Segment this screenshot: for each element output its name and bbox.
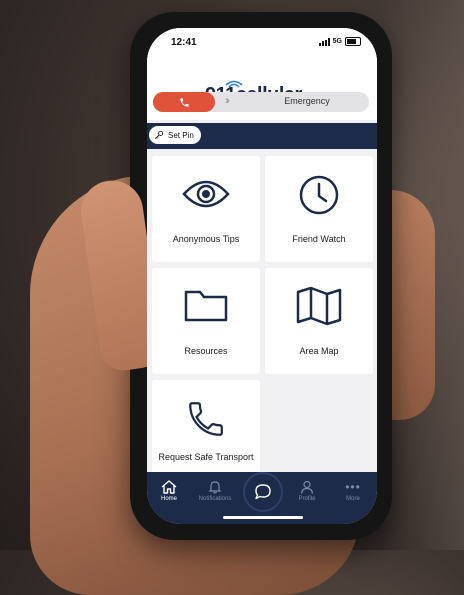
tab-label: Home (160, 496, 177, 502)
chat-button[interactable] (243, 472, 283, 512)
tile-label: Request Safe Transport (158, 452, 254, 462)
home-icon (161, 480, 177, 494)
home-indicator (223, 516, 303, 519)
emergency-slider[interactable]: ››› Emergency (153, 92, 369, 112)
double-chevron-right-icon: ››› (225, 95, 230, 107)
tile-resources[interactable]: Resources (152, 268, 260, 374)
clock-icon (299, 175, 339, 215)
key-icon (154, 130, 164, 140)
set-pin-button[interactable]: Set Pin (149, 126, 201, 144)
status-time: 12:41 (171, 37, 197, 48)
tab-label: More (346, 496, 360, 502)
network-label: 5G (332, 38, 342, 45)
emergency-call-button[interactable] (153, 92, 215, 112)
tile-anonymous-tips[interactable]: Anonymous Tips (152, 156, 260, 262)
set-pin-label: Set Pin (168, 130, 194, 140)
more-dots-icon: ••• (345, 480, 361, 494)
phone-icon (189, 402, 223, 436)
tile-friend-watch[interactable]: Friend Watch (265, 156, 373, 262)
tile-label: Area Map (299, 346, 339, 356)
tile-label: Anonymous Tips (172, 234, 240, 244)
emergency-label: Emergency (284, 96, 330, 106)
chat-bubble-icon (255, 484, 271, 500)
signal-icon (318, 37, 330, 46)
eye-icon (182, 180, 230, 208)
map-icon (296, 286, 342, 326)
tab-notifications[interactable]: Notifications (195, 478, 235, 502)
tile-request-safe-transport[interactable]: Request Safe Transport (152, 380, 260, 480)
pin-bar: Set Pin (147, 123, 377, 149)
folder-icon (184, 290, 228, 322)
phone-screen: 12:41 5G 911cellular ››› Emergency Se (147, 28, 377, 524)
tab-label: Notifications (198, 496, 232, 502)
person-icon (300, 480, 314, 494)
status-icons: 5G (318, 37, 361, 46)
phone-icon (179, 97, 189, 107)
tile-label: Friend Watch (292, 234, 346, 244)
battery-icon (345, 37, 361, 46)
tab-home[interactable]: Home (149, 478, 189, 502)
tile-area-map[interactable]: Area Map (265, 268, 373, 374)
tab-more[interactable]: ••• More (333, 478, 373, 502)
tab-label: Profile (298, 496, 316, 502)
status-bar: 12:41 5G (147, 28, 377, 56)
tab-profile[interactable]: Profile (287, 478, 327, 502)
bell-icon (208, 481, 222, 494)
tile-label: Resources (184, 346, 228, 356)
